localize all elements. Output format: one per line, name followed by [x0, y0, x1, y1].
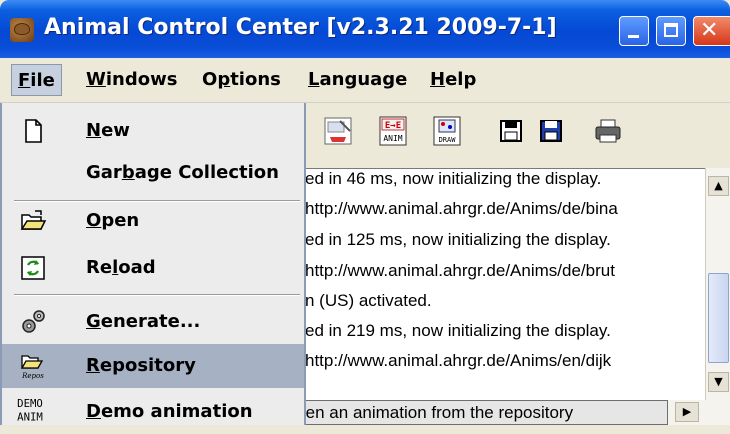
title-bar[interactable]: Animal Control Center [v2.3.21 2009-7-1]… — [0, 0, 730, 58]
toolbar: E→E ANIM DRAW — [300, 103, 730, 161]
menu-windows[interactable]: Windows — [80, 64, 183, 96]
menu-options-label: tions — [230, 69, 281, 90]
draw-icon: DRAW — [433, 116, 461, 146]
anim-convert-icon: E→E ANIM — [379, 116, 407, 146]
vertical-scrollbar[interactable]: ▲ ▼ — [705, 168, 730, 400]
log-line: http://www.animal.ahrgr.de/Anims/de/bina — [305, 199, 618, 218]
menu-item-generate-text: enerate... — [100, 311, 201, 332]
close-icon: ✕ — [700, 18, 719, 43]
save-icon — [500, 120, 522, 142]
scrollbar-thumb[interactable] — [708, 273, 729, 363]
minimize-button[interactable] — [619, 16, 649, 46]
menu-item-garbage-text: age Collection — [134, 162, 279, 183]
toolbar-draw-button[interactable]: DRAW — [426, 110, 466, 152]
scroll-down-arrow-icon[interactable]: ▼ — [708, 372, 729, 392]
menu-item-garbage-prefix: Gar — [86, 162, 122, 183]
anim-convert-top-text: E→E — [385, 121, 401, 131]
toolbar-save-button[interactable] — [490, 110, 530, 152]
menu-item-new-text: ew — [101, 120, 130, 141]
scroll-right-arrow-icon[interactable]: ▶ — [675, 402, 699, 422]
menu-item-open-label: Open — [86, 199, 139, 243]
menu-item-repository-text: epository — [99, 355, 196, 376]
gears-icon — [22, 310, 45, 333]
menu-item-demo-mnemonic: D — [86, 401, 101, 422]
log-line: ed in 46 ms, now initializing the displa… — [305, 169, 602, 188]
menu-file-mnemonic: F — [18, 70, 31, 91]
menu-item-repository[interactable]: Repos Repository — [2, 344, 304, 388]
demo-icon-text-top: DEMO — [17, 397, 43, 410]
menu-item-new[interactable]: New — [2, 109, 304, 153]
maximize-icon — [664, 23, 678, 37]
menu-item-reload-prefix: Re — [86, 257, 113, 278]
toolbar-save-as-button[interactable] — [530, 110, 570, 152]
menu-language-mnemonic: L — [308, 69, 320, 90]
new-document-icon — [25, 119, 42, 143]
menu-help[interactable]: Help — [424, 64, 482, 96]
menu-separator — [14, 294, 300, 296]
log-line: http://www.animal.ahrgr.de/Anims/de/brut — [305, 261, 615, 280]
anim-convert-bottom-text: ANIM — [383, 134, 402, 143]
log-line: http://www.animal.ahrgr.de/Anims/en/dijk — [305, 351, 612, 370]
menu-file-label: ile — [30, 70, 55, 91]
demo-icon-text-bottom: ANIM — [17, 411, 43, 424]
menu-item-new-mnemonic: N — [86, 120, 102, 141]
menu-help-label: elp — [445, 69, 477, 90]
menu-item-repository-mnemonic: R — [86, 355, 100, 376]
menu-item-open[interactable]: Open — [2, 199, 304, 243]
demo-anim-icon: DEMO ANIM — [17, 397, 43, 424]
draw-bottom-text: DRAW — [439, 136, 457, 144]
menu-item-open-text: pen — [101, 210, 140, 231]
animal-app-icon — [10, 18, 34, 42]
menu-item-repository-label: Repository — [86, 344, 196, 388]
menu-item-reload[interactable]: Reload — [2, 246, 304, 290]
file-menu-dropdown: New Garbage Collection Open Reload Gener… — [0, 103, 306, 425]
menu-item-reload-label: Reload — [86, 246, 156, 290]
print-icon — [595, 119, 621, 143]
menu-item-reload-text: oad — [118, 257, 156, 278]
menu-item-garbage-label: Garbage Collection — [86, 151, 279, 195]
menu-windows-mnemonic: W — [86, 69, 106, 90]
save-as-icon — [540, 120, 562, 142]
menu-item-demo-label: Demo animation — [86, 390, 253, 434]
menu-item-generate-label: Generate... — [86, 300, 200, 344]
close-button[interactable]: ✕ — [693, 16, 730, 46]
maximize-button[interactable] — [656, 16, 686, 46]
menu-file[interactable]: File — [11, 64, 62, 96]
log-line: ed in 219 ms, now initializing the displ… — [305, 321, 611, 340]
menu-options-prefix: O — [202, 69, 218, 90]
menu-windows-label: indows — [105, 69, 178, 90]
toolbar-image-edit-button[interactable] — [317, 110, 357, 152]
tooltip: Open an animation from the repository — [274, 400, 668, 425]
menu-item-garbage-collection[interactable]: Garbage Collection — [2, 151, 304, 195]
image-edit-icon — [324, 117, 352, 145]
log-line: ed in 125 ms, now initializing the displ… — [305, 230, 611, 249]
menu-item-demo-animation[interactable]: DEMO ANIM Demo animation — [2, 390, 304, 434]
menu-options[interactable]: Options — [196, 64, 287, 96]
menu-item-demo-text: emo animation — [100, 401, 253, 422]
minimize-icon — [628, 35, 639, 38]
menu-language-label: anguage — [319, 69, 408, 90]
menu-item-garbage-mnemonic: b — [121, 162, 135, 183]
log-panel[interactable]: ed in 46 ms, now initializing the displa… — [303, 168, 705, 401]
menu-bar: File Windows Options Language Help — [0, 58, 730, 103]
scroll-up-arrow-icon[interactable]: ▲ — [708, 176, 729, 196]
reload-icon — [21, 256, 45, 280]
menu-item-new-label: New — [86, 109, 130, 153]
toolbar-anim-convert-button[interactable]: E→E ANIM — [372, 110, 412, 152]
open-folder-icon — [20, 210, 47, 230]
repository-icon: Repos — [20, 355, 44, 380]
window-title: Animal Control Center [v2.3.21 2009-7-1] — [44, 15, 557, 40]
log-line: n (US) activated. — [305, 291, 432, 310]
menu-item-generate-mnemonic: G — [86, 311, 101, 332]
menu-language[interactable]: Language — [302, 64, 413, 96]
menu-options-mnemonic: p — [217, 69, 231, 90]
menu-item-generate[interactable]: Generate... — [2, 300, 304, 344]
menu-item-open-mnemonic: O — [86, 210, 102, 231]
toolbar-print-button[interactable] — [587, 110, 627, 152]
menu-help-mnemonic: H — [430, 69, 446, 90]
repository-icon-text: Repos — [21, 372, 44, 380]
